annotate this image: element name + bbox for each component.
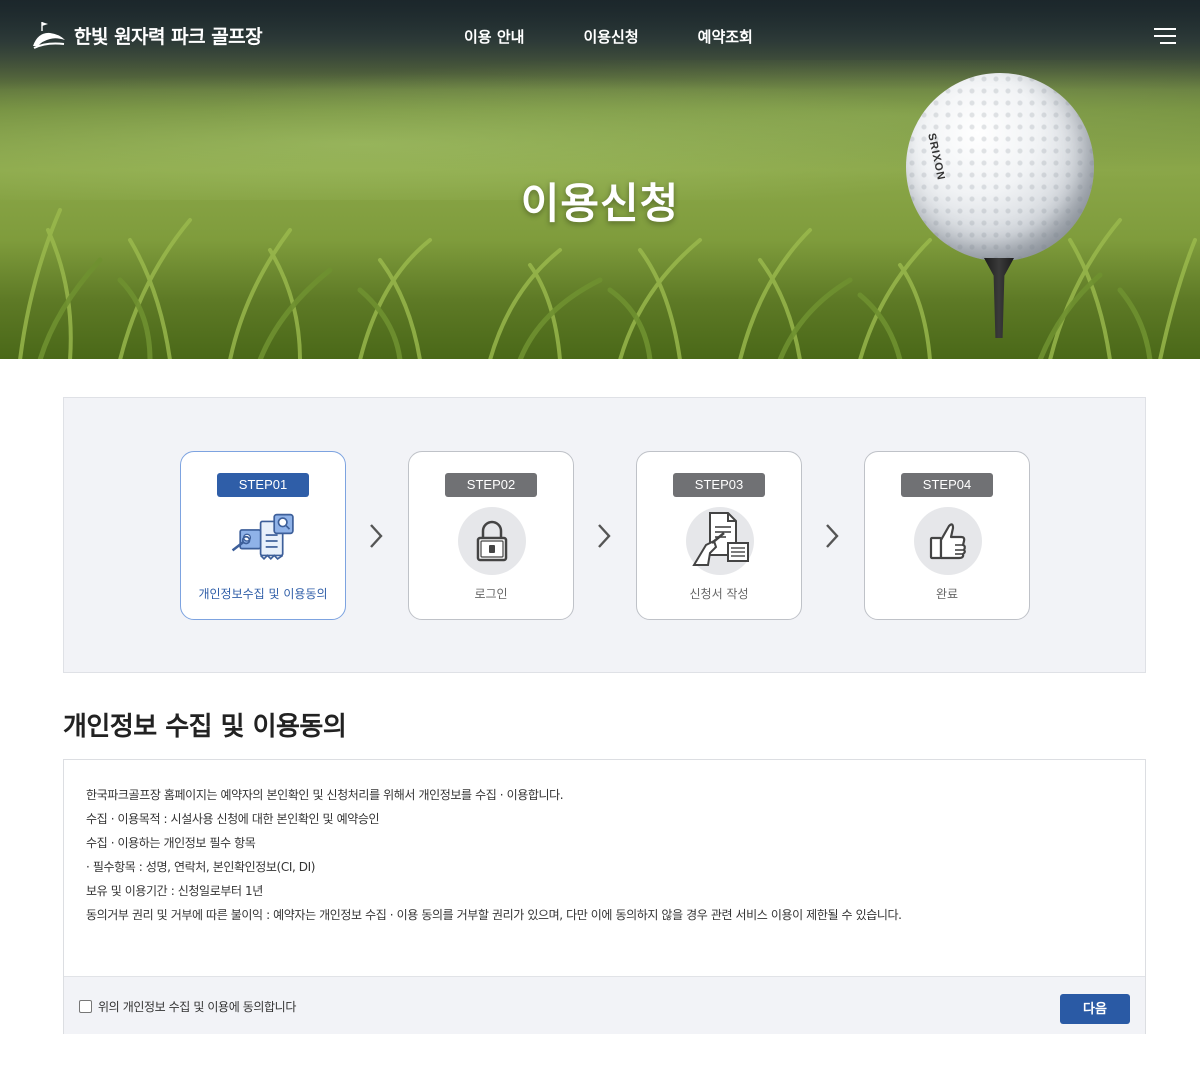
step-label: 개인정보수집 및 이용동의 (198, 587, 328, 601)
terms-line: 동의거부 권리 및 거부에 따른 불이익 : 예약자는 개인정보 수집 · 이용… (86, 908, 902, 922)
logo-text: 한빛 원자력 파크 골프장 (74, 25, 263, 48)
nav-item-apply[interactable]: 이용신청 (583, 26, 638, 47)
step-label: 로그인 (474, 587, 508, 601)
step-3-card: STEP03 신청서 작성 (636, 451, 802, 620)
chevron-right-icon (370, 524, 383, 548)
terms-line: 수집 · 이용하는 개인정보 필수 항목 (86, 836, 256, 850)
terms-line: 한국파크골프장 홈페이지는 예약자의 본인확인 및 신청처리를 위해서 개인정보… (86, 788, 564, 802)
terms-footer: 위의 개인정보 수집 및 이용에 동의합니다 다음 (64, 976, 1145, 1034)
agree-checkbox[interactable] (79, 1000, 92, 1013)
golf-ball-image: SRIXON (906, 73, 1094, 261)
logo-wave-icon (33, 22, 65, 49)
step-4-card: STEP04 완료 (864, 451, 1030, 620)
nav-item-usage-guide[interactable]: 이용 안내 (464, 26, 524, 47)
application-form-icon (686, 507, 754, 575)
thumbs-up-icon (914, 507, 982, 575)
step-label: 완료 (935, 587, 959, 601)
terms-line: 보유 및 이용기간 : 신청일로부터 1년 (86, 884, 263, 898)
privacy-consent-icon (230, 507, 298, 575)
nav-item-reservation-check[interactable]: 예약조회 (698, 26, 753, 47)
step-badge: STEP04 (901, 473, 993, 497)
step-badge: STEP01 (217, 473, 309, 497)
step-badge: STEP02 (445, 473, 537, 497)
agree-checkbox-row[interactable]: 위의 개인정보 수집 및 이용에 동의합니다 (79, 998, 296, 1015)
terms-text: 한국파크골프장 홈페이지는 예약자의 본인확인 및 신청처리를 위해서 개인정보… (86, 786, 902, 930)
next-button[interactable]: 다음 (1060, 994, 1130, 1024)
agree-label: 위의 개인정보 수집 및 이용에 동의합니다 (98, 1000, 296, 1014)
lock-icon (458, 507, 526, 575)
progress-steps: STEP01 개인정보수집 및 이용동의 STEP02 로그인 STEP03 신… (63, 397, 1146, 673)
consent-section-title: 개인정보 수집 및 이용동의 (63, 712, 347, 742)
chevron-right-icon (598, 524, 611, 548)
step-label: 신청서 작성 (689, 587, 749, 601)
step-1-card: STEP01 개인정보수집 및 이용동의 (180, 451, 346, 620)
chevron-right-icon (826, 524, 839, 548)
terms-line: · 필수항목 : 성명, 연락처, 본인확인정보(CI, DI) (86, 860, 316, 874)
step-badge: STEP03 (673, 473, 765, 497)
main-nav: 이용 안내 이용신청 예약조회 (464, 26, 753, 47)
hamburger-menu-icon[interactable] (1154, 28, 1176, 44)
hero-banner: SRIXON 한빛 원자력 파크 골프장 이용 안내 이용신청 예약조회 이용신… (0, 0, 1200, 359)
terms-panel: 한국파크골프장 홈페이지는 예약자의 본인확인 및 신청처리를 위해서 개인정보… (63, 759, 1146, 1034)
page-title: 이용신청 (520, 179, 680, 228)
step-2-card: STEP02 로그인 (408, 451, 574, 620)
site-logo[interactable]: 한빛 원자력 파크 골프장 (32, 20, 263, 50)
terms-line: 수집 · 이용목적 : 시설사용 신청에 대한 본인확인 및 예약승인 (86, 812, 380, 826)
